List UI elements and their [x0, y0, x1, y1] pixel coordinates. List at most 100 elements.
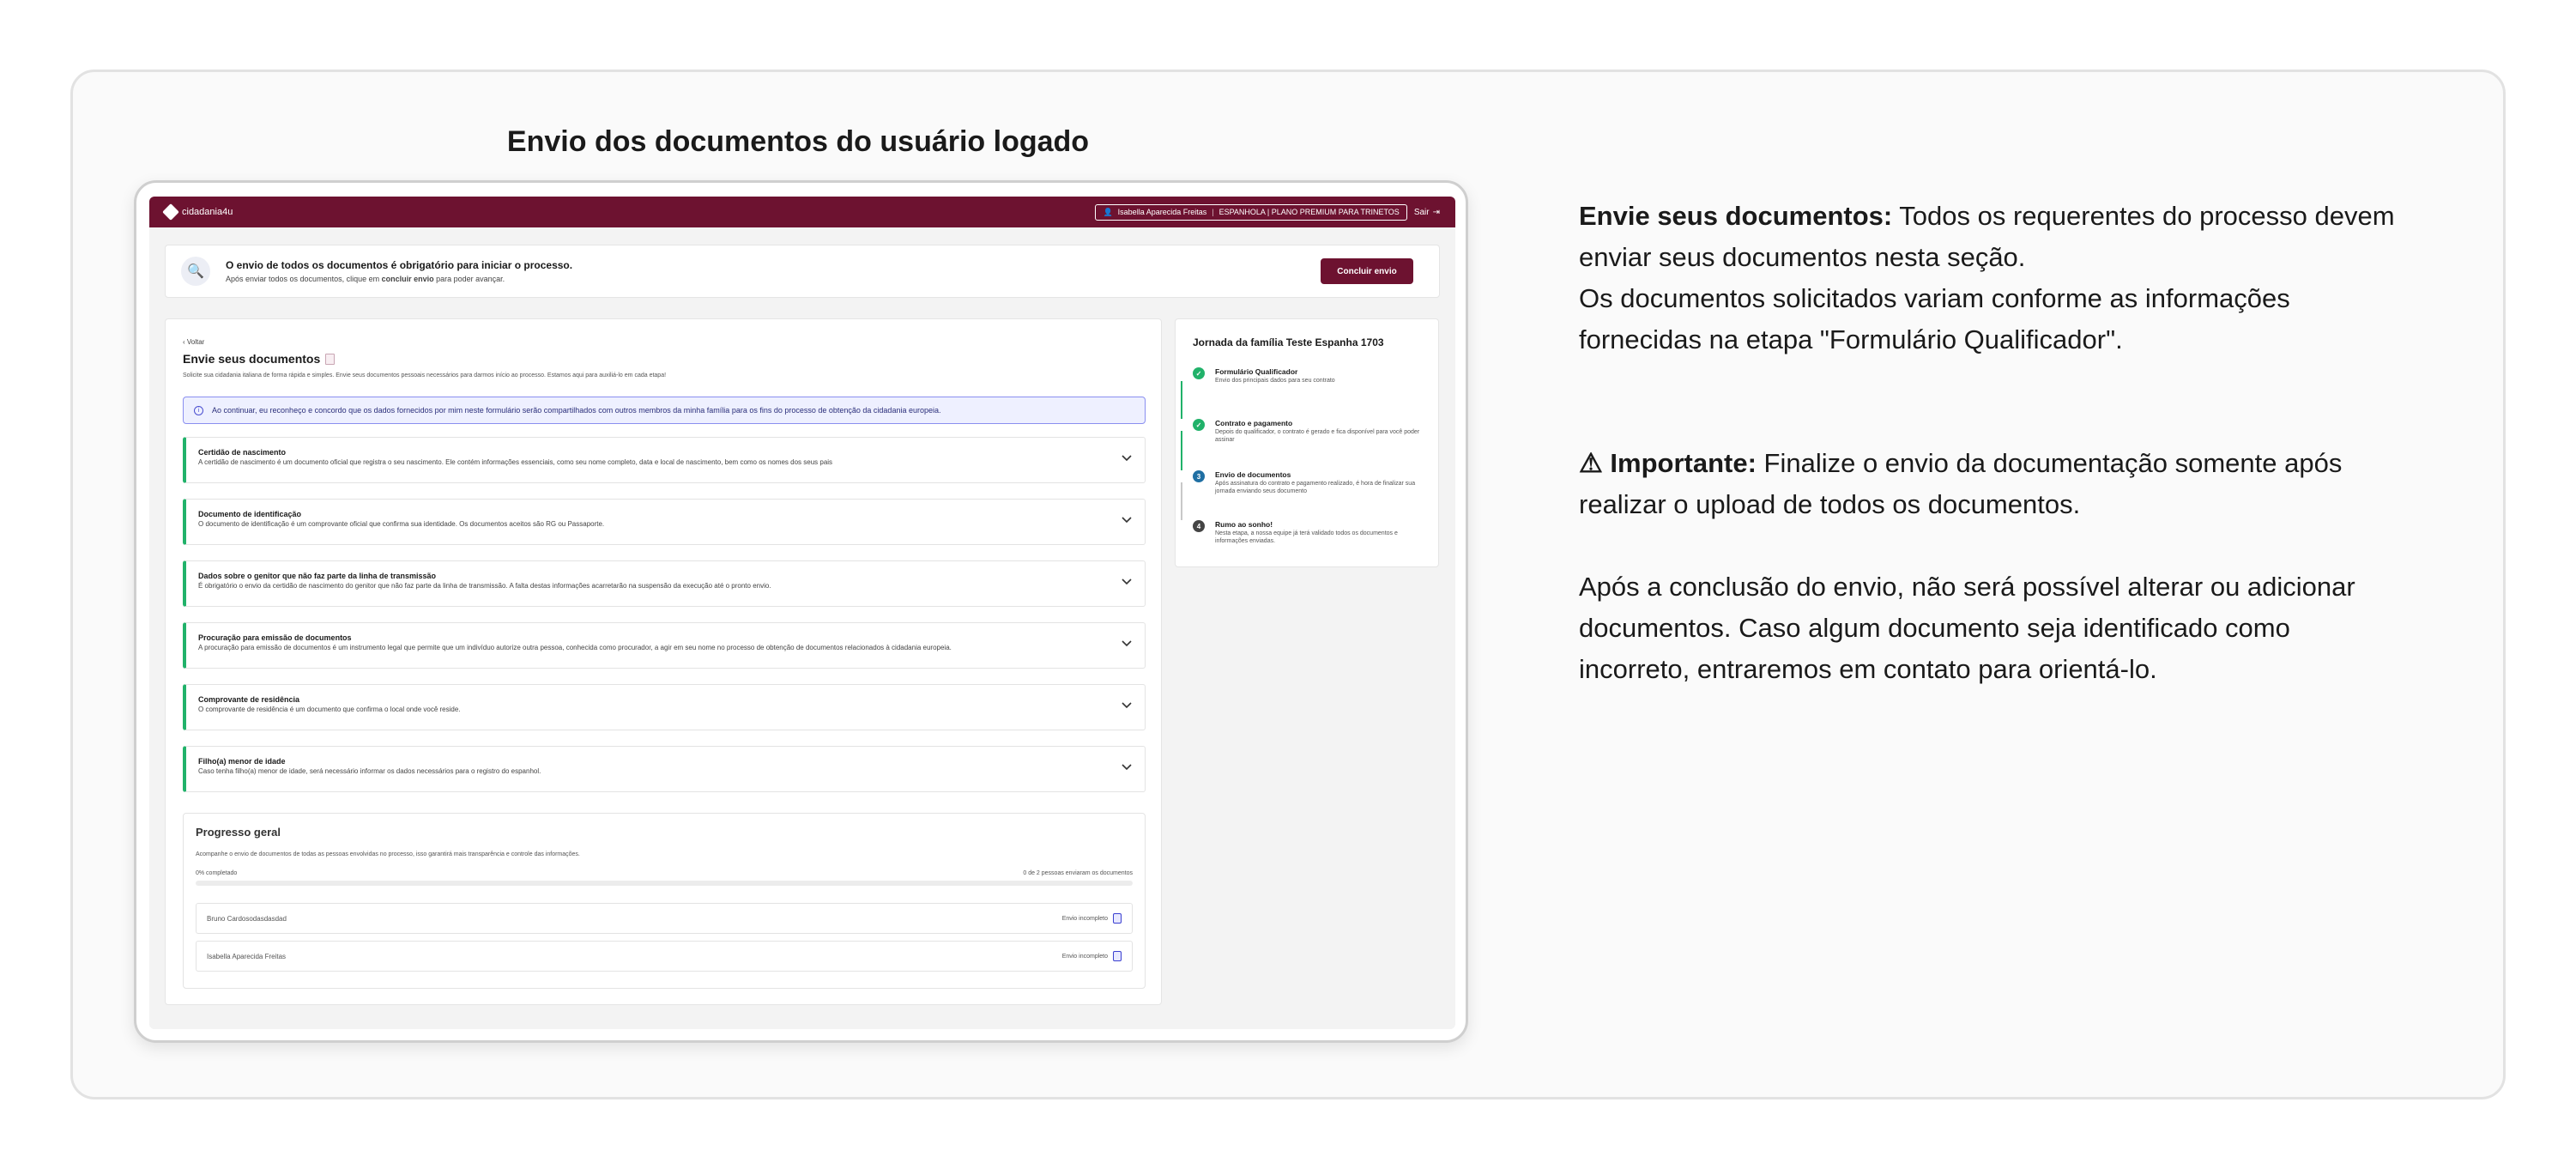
notice-banner: 🔍 O envio de todos os documentos é obrig…: [165, 245, 1440, 298]
chevron-down-icon[interactable]: [1121, 575, 1133, 587]
chevron-down-icon[interactable]: [1121, 451, 1133, 463]
journey-panel: Jornada da família Teste Espanha 1703 ✓ …: [1175, 318, 1439, 567]
notice-sub-prefix: Após enviar todos os documentos, clique …: [226, 275, 382, 283]
step-connector: [1181, 482, 1182, 520]
chevron-down-icon[interactable]: [1121, 699, 1133, 711]
progress-title: Progresso geral: [196, 826, 281, 839]
progress-description: Acompanhe o envio de documentos de todas…: [196, 851, 580, 857]
person-status-label: Envio incompleto: [1061, 915, 1108, 922]
accordion-desc: O comprovante de residência é um documen…: [198, 706, 461, 713]
progress-bar: [196, 881, 1133, 886]
user-icon: 👤: [1103, 207, 1113, 216]
person-status: Envio incompleto: [1062, 951, 1122, 961]
device-frame: cidadania4u 👤 Isabella Aparecida Freitas…: [134, 180, 1468, 1043]
page-title: Envie seus documentos: [183, 352, 336, 366]
step-connector: [1181, 381, 1182, 419]
topbar-right: 👤 Isabella Aparecida Freitas | ESPANHOLA…: [1095, 203, 1440, 221]
notice-sub-suffix: para poder avançar.: [433, 275, 505, 283]
accordion-filho[interactable]: Filho(a) menor de idade Caso tenha filho…: [183, 746, 1146, 792]
explain-paragraph-3: Após a conclusão do envio, não será poss…: [1579, 572, 2355, 684]
user-name: Isabella Aparecida Freitas: [1117, 208, 1207, 216]
clipboard-icon[interactable]: [1113, 913, 1122, 924]
pill-separator: |: [1212, 208, 1214, 216]
person-name: Bruno Cardosodasdasdad: [207, 914, 287, 923]
back-label: Voltar: [186, 338, 205, 346]
step-number: 3: [1193, 470, 1205, 482]
concluir-envio-button[interactable]: Concluir envio: [1321, 258, 1413, 284]
accordion-title: Documento de identificação: [198, 510, 302, 518]
step-title: Contrato e pagamento: [1215, 419, 1293, 427]
step-desc: Depois do qualificador, o contrato é ger…: [1215, 429, 1420, 443]
person-row[interactable]: Isabella Aparecida Freitas Envio incompl…: [196, 941, 1133, 972]
check-icon: ✓: [1193, 419, 1205, 431]
step-desc: Nesta etapa, a nossa equipe já terá vali…: [1215, 530, 1398, 544]
progress-card: Progresso geral Acompanhe o envio de doc…: [183, 813, 1146, 989]
logout-icon: ⇥: [1432, 207, 1440, 217]
consent-banner: i Ao continuar, eu reconheço e concordo …: [183, 397, 1146, 424]
top-bar: cidadania4u 👤 Isabella Aparecida Freitas…: [149, 197, 1455, 227]
journey-step: 3 Envio de documentos Após assinatura do…: [1193, 470, 1424, 496]
accordion-title: Dados sobre o genitor que não faz parte …: [198, 572, 437, 580]
plan-label: ESPANHOLA | PLANO PREMIUM PARA TRINETOS: [1218, 208, 1400, 216]
accordion-title: Certidão de nascimento: [198, 448, 287, 457]
page-title-text: Envie seus documentos: [183, 352, 321, 366]
app-screen: cidadania4u 👤 Isabella Aparecida Freitas…: [149, 197, 1455, 1029]
step-title: Rumo ao sonho!: [1215, 520, 1273, 529]
journey-title: Jornada da família Teste Espanha 1703: [1193, 336, 1384, 348]
logo-icon: [162, 203, 179, 221]
chevron-down-icon[interactable]: [1121, 760, 1133, 772]
documents-panel: ‹ Voltar Envie seus documentos Solicite …: [165, 318, 1162, 1005]
search-icon: 🔍: [181, 257, 210, 286]
notice-subtitle: Após enviar todos os documentos, clique …: [226, 275, 572, 283]
journey-step: 4 Rumo ao sonho! Nesta etapa, a nossa eq…: [1193, 520, 1424, 546]
journey-step: ✓ Contrato e pagamento Depois do qualifi…: [1193, 419, 1424, 445]
accordion-title: Procuração para emissão de documentos: [198, 633, 352, 642]
step-desc: Após assinatura do contrato e pagamento …: [1215, 481, 1416, 494]
notice-sub-bold: concluir envio: [381, 275, 434, 283]
person-name: Isabella Aparecida Freitas: [207, 952, 287, 960]
logo[interactable]: cidadania4u: [162, 203, 233, 221]
step-number: 4: [1193, 520, 1205, 532]
journey-step: ✓ Formulário Qualificador Envio dos prin…: [1193, 367, 1424, 385]
user-pill[interactable]: 👤 Isabella Aparecida Freitas | ESPANHOLA…: [1095, 203, 1407, 221]
step-title: Envio de documentos: [1215, 470, 1291, 479]
accordion-desc: A procuração para emissão de documentos …: [198, 644, 952, 651]
accordion-identificacao[interactable]: Documento de identificação O documento d…: [183, 499, 1146, 545]
back-link[interactable]: ‹ Voltar: [183, 338, 204, 346]
info-icon: i: [194, 405, 203, 415]
accordion-procuracao[interactable]: Procuração para emissão de documentos A …: [183, 622, 1146, 669]
step-connector: [1181, 431, 1182, 470]
accordion-residencia[interactable]: Comprovante de residência O comprovante …: [183, 684, 1146, 730]
document-icon: [325, 353, 336, 365]
explain-paragraph-1b: Os documentos solicitados variam conform…: [1579, 283, 2290, 354]
accordion-genitor[interactable]: Dados sobre o genitor que não faz parte …: [183, 560, 1146, 607]
accordion-title: Comprovante de residência: [198, 695, 300, 704]
progress-percent: 0% completado: [196, 870, 238, 876]
logo-text: cidadania4u: [182, 207, 233, 217]
explanation-text: Envie seus documentos: Todos os requeren…: [1579, 196, 2403, 690]
explain-paragraph-1: Envie seus documentos: Todos os requeren…: [1579, 196, 2403, 278]
person-row[interactable]: Bruno Cardosodasdasdad Envio incompleto: [196, 903, 1133, 934]
accordion-desc: A certidão de nascimento é um documento …: [198, 458, 833, 466]
explain-bold-2: ⚠ Importante:: [1579, 448, 1757, 478]
consent-text: Ao continuar, eu reconheço e concordo qu…: [212, 406, 941, 415]
chevron-down-icon[interactable]: [1121, 513, 1133, 525]
page-subtitle: Solicite sua cidadania italiana de forma…: [183, 373, 667, 379]
person-status: Envio incompleto: [1062, 913, 1122, 924]
step-title: Formulário Qualificador: [1215, 367, 1298, 376]
notice-text: O envio de todos os documentos é obrigat…: [226, 259, 572, 283]
explain-paragraph-2: ⚠ Importante: Finalize o envio da docume…: [1579, 443, 2403, 525]
check-icon: ✓: [1193, 367, 1205, 379]
logout-button[interactable]: Sair ⇥: [1414, 208, 1440, 217]
step-desc: Envio dos principais dados para seu cont…: [1215, 378, 1335, 384]
logout-label: Sair: [1413, 207, 1430, 217]
progress-count: 0 de 2 pessoas enviaram os documentos: [1023, 870, 1133, 876]
person-status-label: Envio incompleto: [1061, 953, 1108, 960]
accordion-certidao[interactable]: Certidão de nascimento A certidão de nas…: [183, 437, 1146, 483]
accordion-desc: Caso tenha filho(a) menor de idade, será…: [198, 767, 541, 775]
accordion-desc: É obrigatório o envio da certidão de nas…: [198, 582, 771, 590]
accordion-title: Filho(a) menor de idade: [198, 757, 286, 766]
clipboard-icon[interactable]: [1113, 951, 1122, 961]
explain-bold-1: Envie seus documentos:: [1579, 201, 1893, 231]
chevron-down-icon[interactable]: [1121, 637, 1133, 649]
